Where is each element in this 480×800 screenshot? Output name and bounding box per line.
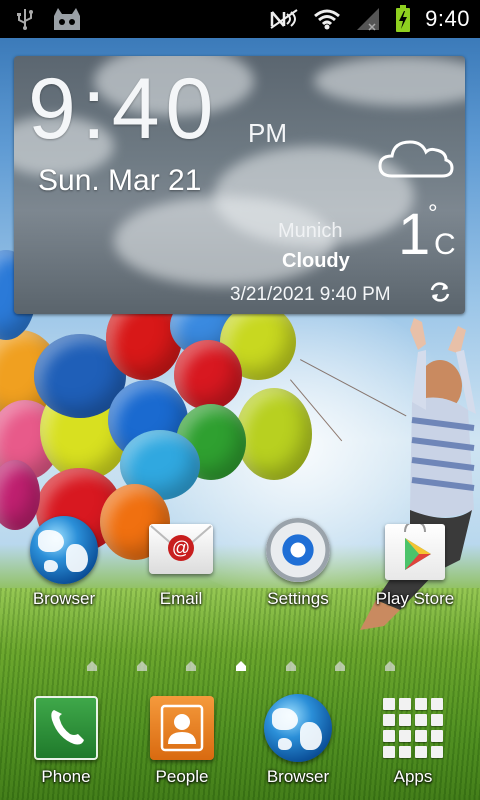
app-settings[interactable]: Settings xyxy=(250,514,346,609)
app-label: Settings xyxy=(267,589,329,608)
widget-temperature: 1 xyxy=(398,202,431,267)
app-label: Browser xyxy=(32,589,96,608)
widget-clock-time: 9:40 xyxy=(28,61,220,157)
page-dot[interactable] xyxy=(86,660,98,672)
dock-people[interactable]: People xyxy=(134,692,230,787)
apps-grid-icon xyxy=(377,692,449,764)
dock-label: Browser xyxy=(266,767,330,786)
browser-globe-icon xyxy=(28,514,100,586)
battery-charging-icon xyxy=(396,5,411,32)
people-icon xyxy=(146,692,218,764)
widget-condition: Cloudy xyxy=(282,250,350,272)
wifi-icon xyxy=(314,9,341,30)
dock-label: People xyxy=(155,767,209,786)
cyanogenmod-icon xyxy=(54,8,80,30)
widget-ampm: PM xyxy=(248,118,287,148)
usb-icon xyxy=(17,9,33,30)
app-play-store[interactable]: Play Store xyxy=(367,514,463,609)
dock-label: Apps xyxy=(393,767,433,786)
clock-weather-widget[interactable]: 9:40 PM Sun. Mar 21 Munich Cloudy 1 ° C … xyxy=(14,56,465,314)
app-browser[interactable]: Browser xyxy=(16,514,112,609)
signal-icon xyxy=(357,8,380,31)
widget-date: Sun. Mar 21 xyxy=(38,164,202,197)
nfc-icon xyxy=(270,9,298,29)
app-email[interactable]: @ Email xyxy=(133,514,229,609)
widget-city: Munich xyxy=(278,220,343,242)
dock-browser[interactable]: Browser xyxy=(250,692,346,787)
settings-icon xyxy=(262,514,334,586)
dock-apps[interactable]: Apps xyxy=(365,692,461,787)
page-dot[interactable] xyxy=(185,660,197,672)
refresh-icon[interactable] xyxy=(428,280,452,304)
status-bar: 9:40 xyxy=(0,0,480,38)
app-label: Email xyxy=(159,589,203,608)
page-dot[interactable] xyxy=(285,660,297,672)
browser-globe-icon xyxy=(262,692,334,764)
widget-updated-time: 3/21/2021 9:40 PM xyxy=(230,284,391,305)
page-dot-active[interactable] xyxy=(235,660,247,672)
dock-label: Phone xyxy=(41,767,91,786)
dock-phone[interactable]: Phone xyxy=(18,692,114,787)
email-icon: @ xyxy=(145,514,217,586)
page-indicator xyxy=(86,660,396,672)
play-store-icon xyxy=(379,514,451,586)
page-dot[interactable] xyxy=(136,660,148,672)
status-time: 9:40 xyxy=(425,6,470,31)
phone-icon xyxy=(30,692,102,764)
widget-unit: C xyxy=(434,228,456,261)
widget-degree: ° xyxy=(428,200,438,227)
svg-text:@: @ xyxy=(172,538,190,558)
app-label: Play Store xyxy=(375,589,455,608)
page-dot[interactable] xyxy=(384,660,396,672)
page-dot[interactable] xyxy=(334,660,346,672)
cloud-icon xyxy=(378,140,454,178)
